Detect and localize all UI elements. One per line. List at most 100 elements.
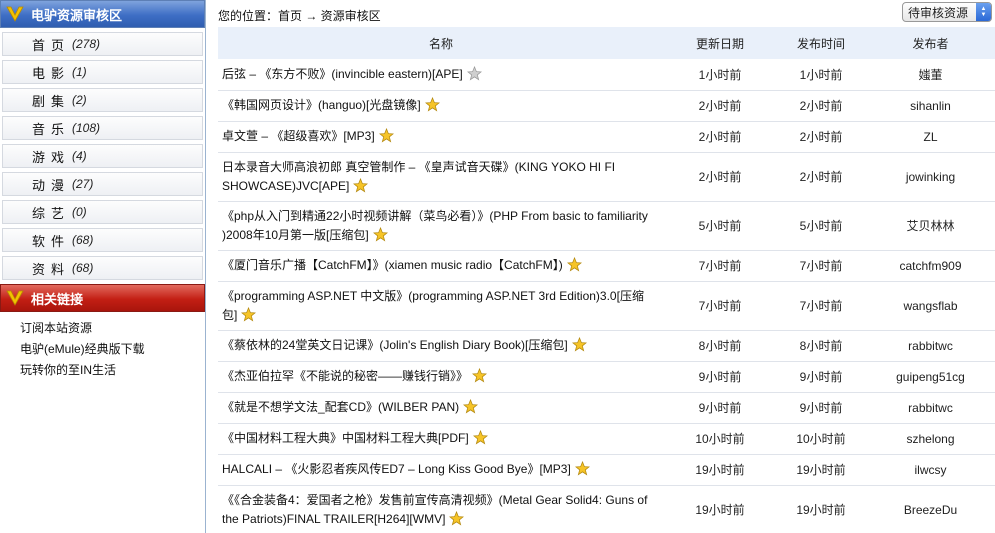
resource-link[interactable]: 《厦门音乐广播【CatchFM】》(xiamen music radio【Cat… xyxy=(222,258,563,272)
category-count: (2) xyxy=(72,93,87,107)
category-count: (278) xyxy=(72,37,101,51)
published-cell: 7小时前 xyxy=(776,281,866,331)
published-cell: 2小时前 xyxy=(776,121,866,153)
status-filter-select[interactable]: 待审核资源 ▲ ▼ xyxy=(902,2,992,22)
header-publisher[interactable]: 发布者 xyxy=(866,27,995,59)
updated-cell: 2小时前 xyxy=(664,121,776,153)
resource-link[interactable]: 《programming ASP.NET 中文版》(programming AS… xyxy=(222,289,644,322)
resource-name-cell: 《就是不想学文法_配套CD》(WILBER PAN) xyxy=(218,392,664,424)
table-row: 《就是不想学文法_配套CD》(WILBER PAN) 9小时前 9小时前 rabbit… xyxy=(218,392,995,424)
resource-link[interactable]: HALCALI – 《火影忍者疾风传ED7 – Long Kiss Good B… xyxy=(222,462,571,476)
publisher-cell: sihanlin xyxy=(866,90,995,122)
main-content: 您的位置：首页 → 资源审核区 待审核资源 ▲ ▼ 名称 更新日期 发布时间 发布… xyxy=(218,0,995,533)
subscribe-link[interactable]: 订阅本站资源 xyxy=(20,321,92,335)
link-item: 电驴(eMule)经典版下载 xyxy=(20,339,205,360)
category-name: 电影 xyxy=(32,65,71,81)
table-row: 《蔡依林的24堂英文日记课》(Jolin's English Diary Boo… xyxy=(218,330,995,362)
published-cell: 9小时前 xyxy=(776,392,866,424)
table-row: 《php从入门到精通22小时视频讲解（菜鸟必看）》(PHP From basic… xyxy=(218,201,995,251)
resource-name-cell: 《《合金装备4：爱国者之枪》发售前宣传高清视频》(Metal Gear Soli… xyxy=(218,485,664,533)
star-icon[interactable] xyxy=(449,510,465,526)
category-item-music[interactable]: 音乐 (108) xyxy=(2,116,203,140)
category-name: 综艺 xyxy=(32,205,71,221)
header-name[interactable]: 名称 xyxy=(218,27,664,59)
published-cell: 19小时前 xyxy=(776,485,866,533)
star-icon[interactable] xyxy=(566,257,582,272)
resource-link[interactable]: 《就是不想学文法_配套CD》(WILBER PAN) xyxy=(222,400,459,414)
review-area-header: 电驴资源审核区 xyxy=(0,0,205,28)
resource-table: 名称 更新日期 发布时间 发布者 后弦 – 《东方不败》(invincible … xyxy=(218,27,995,533)
header-published[interactable]: 发布时间 xyxy=(776,27,866,59)
resource-link[interactable]: 《杰亚伯拉罕《不能说的秘密——赚钱行销》》 xyxy=(222,369,468,383)
publisher-cell: 媸董 xyxy=(866,59,995,91)
resource-name-cell: 《蔡依林的24堂英文日记课》(Jolin's English Diary Boo… xyxy=(218,330,664,362)
publisher-cell: catchfm909 xyxy=(866,250,995,282)
lifestyle-link[interactable]: 玩转你的至IN生活 xyxy=(20,363,116,377)
related-links-list: 订阅本站资源 电驴(eMule)经典版下载 玩转你的至IN生活 xyxy=(0,312,205,381)
header-updated[interactable]: 更新日期 xyxy=(664,27,776,59)
category-count: (27) xyxy=(72,177,94,191)
updated-cell: 2小时前 xyxy=(664,90,776,122)
category-item-games[interactable]: 游戏 (4) xyxy=(2,144,203,168)
category-item-materials[interactable]: 资料 (68) xyxy=(2,256,203,280)
category-item-software[interactable]: 软件 (68) xyxy=(2,228,203,252)
star-icon[interactable] xyxy=(463,399,479,414)
star-icon[interactable] xyxy=(353,177,369,193)
category-item-anime[interactable]: 动漫 (27) xyxy=(2,172,203,196)
star-icon[interactable] xyxy=(472,368,488,383)
star-icon[interactable] xyxy=(466,65,482,81)
related-links-title: 相关链接 xyxy=(31,291,84,307)
publisher-cell: szhelong xyxy=(866,423,995,455)
resource-link[interactable]: 《韩国网页设计》(hanguo)[光盘镜像] xyxy=(222,98,421,112)
resource-name-cell: 《programming ASP.NET 中文版》(programming AS… xyxy=(218,281,664,331)
star-icon[interactable] xyxy=(378,128,394,143)
resource-name-cell: 《php从入门到精通22小时视频讲解（菜鸟必看）》(PHP From basic… xyxy=(218,201,664,251)
resource-link[interactable]: 《蔡依林的24堂英文日记课》(Jolin's English Diary Boo… xyxy=(222,338,568,352)
publisher-cell: rabbitwc xyxy=(866,392,995,424)
resource-link[interactable]: 《php从入门到精通22小时视频讲解（菜鸟必看）》(PHP From basic… xyxy=(222,209,648,242)
resource-name-cell: 《杰亚伯拉罕《不能说的秘密——赚钱行销》》 xyxy=(218,361,664,393)
v-logo-icon xyxy=(5,289,25,307)
resource-link[interactable]: 后弦 – 《东方不败》(invincible eastern)[APE] xyxy=(222,67,463,81)
category-item-home[interactable]: 首页 (278) xyxy=(2,32,203,56)
updated-cell: 9小时前 xyxy=(664,392,776,424)
updated-cell: 19小时前 xyxy=(664,485,776,533)
resource-name-cell: 后弦 – 《东方不败》(invincible eastern)[APE] xyxy=(218,59,664,91)
resource-link[interactable]: 日本录音大师高浪初郎 真空管制作 – 《皇声试音天碟》(KING YOKO HI… xyxy=(222,160,615,193)
publisher-cell: ZL xyxy=(866,121,995,153)
table-row: HALCALI – 《火影忍者疾风传ED7 – Long Kiss Good B… xyxy=(218,454,995,486)
published-cell: 2小时前 xyxy=(776,152,866,202)
review-area-title: 电驴资源审核区 xyxy=(31,7,123,23)
published-cell: 7小时前 xyxy=(776,250,866,282)
category-name: 首页 xyxy=(32,37,71,53)
table-row: 卓文萱 – 《超级喜欢》[MP3] 2小时前 2小时前 ZL xyxy=(218,121,995,153)
category-item-variety[interactable]: 综艺 (0) xyxy=(2,200,203,224)
resource-link[interactable]: 卓文萱 – 《超级喜欢》[MP3] xyxy=(222,129,375,143)
star-icon[interactable] xyxy=(472,430,488,445)
resource-link[interactable]: 《《合金装备4：爱国者之枪》发售前宣传高清视频》(Metal Gear Soli… xyxy=(222,493,647,526)
category-item-series[interactable]: 剧集 (2) xyxy=(2,88,203,112)
publisher-cell: ilwcsy xyxy=(866,454,995,486)
category-name: 动漫 xyxy=(32,177,71,193)
star-icon[interactable] xyxy=(571,337,587,352)
published-cell: 8小时前 xyxy=(776,330,866,362)
updated-cell: 9小时前 xyxy=(664,361,776,393)
category-count: (0) xyxy=(72,205,87,219)
resource-name-cell: 《韩国网页设计》(hanguo)[光盘镜像] xyxy=(218,90,664,122)
published-cell: 9小时前 xyxy=(776,361,866,393)
resource-link[interactable]: 《中国材料工程大典》中国材料工程大典[PDF] xyxy=(222,431,469,445)
updated-cell: 5小时前 xyxy=(664,201,776,251)
table-row: 后弦 – 《东方不败》(invincible eastern)[APE] 1小时前… xyxy=(218,59,995,91)
category-count: (1) xyxy=(72,65,87,79)
star-icon[interactable] xyxy=(241,306,257,322)
link-item: 玩转你的至IN生活 xyxy=(20,360,205,381)
publisher-cell: jowinking xyxy=(866,152,995,202)
table-row: 《programming ASP.NET 中文版》(programming AS… xyxy=(218,281,995,331)
publisher-cell: 艾贝林林 xyxy=(866,201,995,251)
publisher-cell: wangsflab xyxy=(866,281,995,331)
star-icon[interactable] xyxy=(424,97,440,112)
star-icon[interactable] xyxy=(574,461,590,476)
category-item-movie[interactable]: 电影 (1) xyxy=(2,60,203,84)
star-icon[interactable] xyxy=(372,226,388,242)
emule-download-link[interactable]: 电驴(eMule)经典版下载 xyxy=(20,342,145,356)
